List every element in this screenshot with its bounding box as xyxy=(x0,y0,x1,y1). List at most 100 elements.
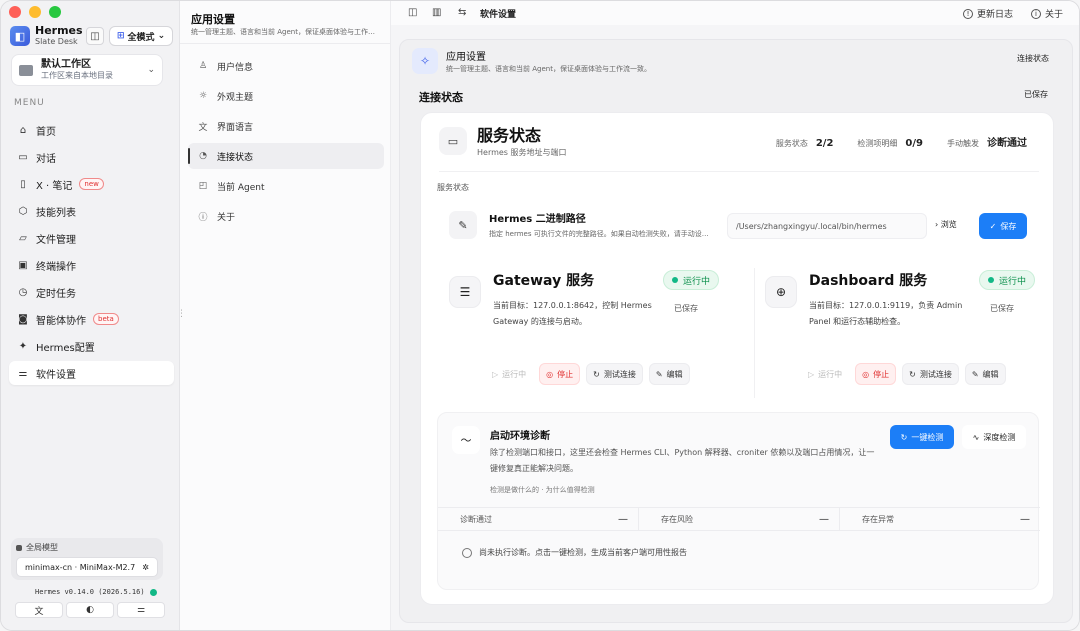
app-logo-icon: ◧ xyxy=(10,26,30,46)
dashboard-actions: ▷ 运行中 ◎ 停止 ↻ 测试连接 ✎ 编辑 xyxy=(801,363,1006,385)
sidebar-item-home[interactable]: ⌂ 首页 xyxy=(9,118,174,142)
gateway-test-button[interactable]: ↻ 测试连接 xyxy=(586,363,643,385)
minimize-window-button[interactable] xyxy=(29,6,41,18)
sidebar-item-hermes-config[interactable]: ✦ Hermes配置 xyxy=(9,334,174,358)
translate-icon[interactable]: 文 xyxy=(15,602,63,618)
chat-icon: ▭ xyxy=(18,151,28,163)
check-icon: ✓ xyxy=(989,221,997,231)
pulse-icon: ∿ xyxy=(972,432,980,442)
folder-icon: ▱ xyxy=(19,232,27,244)
connection-status-button[interactable]: 连接状态 xyxy=(1017,53,1049,64)
sidebar-item-files[interactable]: ▱ 文件管理 xyxy=(9,226,174,250)
divider xyxy=(180,43,391,44)
home-icon: ⌂ xyxy=(19,124,27,136)
settings-item-user[interactable]: ♙ 用户信息 xyxy=(188,53,384,79)
gateway-stop-button[interactable]: ◎ 停止 xyxy=(539,363,581,385)
settings-item-theme[interactable]: ☼ 外观主题 xyxy=(188,83,384,109)
sidebar-toggle-icon[interactable]: ◫ xyxy=(408,7,417,18)
one-click-check-button[interactable]: ↻ 一键检测 xyxy=(890,425,954,449)
workspace-name: 默认工作区 xyxy=(41,59,91,70)
sidebar-item-notes[interactable]: ▯ X · 笔记 new xyxy=(9,172,174,196)
about-link[interactable]: i 关于 xyxy=(1031,7,1063,20)
info-icon: i xyxy=(1031,8,1041,19)
sidebar: ◧ Hermes Slate Desk ◫ ⊞ 全模式 ⌄ 默认工作区 工作区来… xyxy=(1,1,180,630)
service-status-card: ▭ 服务状态 Hermes 服务地址与端口 服务状态 2/2 检测项明细 0/9 手… xyxy=(420,112,1054,605)
binary-path-input[interactable]: /Users/zhangxingyu/.local/bin/hermes xyxy=(727,213,927,239)
stat-service: 服务状态 2/2 xyxy=(775,138,834,149)
columns-icon[interactable]: ▥ xyxy=(432,7,441,18)
sidebar-item-terminal[interactable]: ▣ 终端操作 xyxy=(9,253,174,277)
diagnostics-metrics: 诊断通过 — 存在风险 — 存在异常 — xyxy=(438,507,1040,531)
menu-label: MENU xyxy=(14,98,45,108)
sidebar-item-schedule[interactable]: ◷ 定时任务 xyxy=(9,280,174,304)
sliders-icon[interactable]: ⚌ xyxy=(117,602,165,618)
changelog-icon: ! xyxy=(963,8,973,19)
globe-icon: ⊕ xyxy=(765,276,797,308)
resize-handle[interactable]: ⋮ xyxy=(177,309,186,319)
stat-manual: 手动触发 诊断通过 xyxy=(947,138,1027,149)
close-window-button[interactable] xyxy=(9,6,21,18)
stat-checks: 检测项明细 0/9 xyxy=(857,138,923,149)
metric-error: 存在异常 — xyxy=(862,513,1030,525)
chevron-down-icon: ⌄ xyxy=(157,31,166,41)
topbar: ◫ ▥ ⇆ 软件设置 ! 更新日志 i 关于 xyxy=(391,1,1079,25)
workspace-selector[interactable]: 默认工作区 工作区来自本地目录 ⌄ xyxy=(11,54,163,86)
sparkle-icon: ✦ xyxy=(18,340,28,352)
app-window: ◧ Hermes Slate Desk ◫ ⊞ 全模式 ⌄ 默认工作区 工作区来… xyxy=(0,0,1080,631)
settings-item-language[interactable]: 文界面语言 xyxy=(188,113,384,139)
model-selector[interactable]: minimax-cn · MiniMax-M2.7 ✲ xyxy=(16,557,158,577)
deep-check-button[interactable]: ∿ 深度检测 xyxy=(962,425,1026,449)
sun-icon: ☼ xyxy=(198,91,208,101)
sparkle-icon: ✧ xyxy=(412,48,438,74)
settings-item-about[interactable]: ⓘ 关于 xyxy=(188,203,384,229)
server-icon: ☰ xyxy=(449,276,481,308)
diagnostics-description: 除了检测端口和接口，这里还会检查 Hermes CLI、Python 解释器、c… xyxy=(490,448,875,473)
status-dot-icon xyxy=(149,588,157,596)
dashboard-edit-button[interactable]: ✎ 编辑 xyxy=(964,363,1006,385)
mode-selector[interactable]: ⊞ 全模式 ⌄ xyxy=(109,26,174,46)
clock-icon: ◷ xyxy=(18,286,28,298)
service-stats: 服务状态 2/2 检测项明细 0/9 手动触发 诊断通过 xyxy=(776,134,1027,149)
dashboard-running-button: ▷ 运行中 xyxy=(801,363,850,385)
notebook-icon: ▯ xyxy=(20,178,26,190)
sidebar-item-chat[interactable]: ▭ 对话 xyxy=(9,145,174,169)
info-icon: ⓘ xyxy=(198,212,208,223)
dashboard-service-card: ⊕ Dashboard 服务 当前目标：127.0.0.1:9119，负责 Ad… xyxy=(754,268,1046,398)
beta-badge: beta xyxy=(93,313,119,325)
model-value: minimax-cn · MiniMax-M2.7 xyxy=(25,562,136,572)
stop-icon: ◎ xyxy=(546,369,554,379)
binary-path-title: Hermes 二进制路径 xyxy=(489,214,586,225)
diagnostics-note[interactable]: 检测是做什么的 · 为什么值得检测 xyxy=(490,485,595,495)
dashboard-status-badge: 运行中 xyxy=(979,270,1036,290)
refresh-icon: ↻ xyxy=(909,369,916,379)
brand-name: Hermes xyxy=(35,24,83,37)
dashboard-stop-button[interactable]: ◎ 停止 xyxy=(855,363,897,385)
refresh-icon: ↻ xyxy=(900,432,908,442)
sidebar-item-settings[interactable]: ⚌ 软件设置 xyxy=(9,361,174,385)
sidebar-item-agents[interactable]: ◙ 智能体协作 beta xyxy=(9,307,174,331)
maximize-window-button[interactable] xyxy=(49,6,61,18)
sliders-icon: ⚌ xyxy=(18,367,28,379)
main-nav: ⌂ 首页 ▭ 对话 ▯ X · 笔记 new ⬡ 技能列表 ▱ 文件管理 ▣ 终端操作 ◷ 定时… xyxy=(9,118,174,388)
translate-icon: 文 xyxy=(198,122,208,133)
dashboard-name: Dashboard 服务 xyxy=(809,273,928,289)
settings-nav: ♙ 用户信息 ☼ 外观主题 文界面语言 ◔ 连接状态 ◰ 当前 Agent ⓘ 关于 xyxy=(188,53,384,233)
swap-icon[interactable]: ⇆ xyxy=(458,7,466,18)
dashboard-test-button[interactable]: ↻ 测试连接 xyxy=(902,363,959,385)
metric-risk: 存在风险 — xyxy=(639,508,840,530)
theme-icon[interactable]: ◐ xyxy=(66,602,114,618)
sidebar-item-skills[interactable]: ⬡ 技能列表 xyxy=(9,199,174,223)
pulse-icon: 〜 xyxy=(452,426,480,454)
save-path-button[interactable]: ✓ 保存 xyxy=(979,213,1027,239)
sidebar-toggle-icon[interactable]: ◫ xyxy=(86,27,104,45)
browse-button[interactable]: › 浏览 xyxy=(935,219,957,230)
settings-item-connection[interactable]: ◔ 连接状态 xyxy=(188,143,384,169)
stop-icon: ◎ xyxy=(862,369,870,379)
settings-panel: ✧ 应用设置 统一管理主题、语言和当前 Agent，保证桌面体验与工作流一致。 … xyxy=(399,39,1073,623)
grid-icon: ⊞ xyxy=(117,31,125,41)
status-dot-icon xyxy=(988,277,994,283)
changelog-link[interactable]: ! 更新日志 xyxy=(963,7,1013,20)
settings-item-agent[interactable]: ◰ 当前 Agent xyxy=(188,173,384,199)
panel-title: 应用设置 xyxy=(446,52,486,63)
gateway-edit-button[interactable]: ✎ 编辑 xyxy=(648,363,690,385)
